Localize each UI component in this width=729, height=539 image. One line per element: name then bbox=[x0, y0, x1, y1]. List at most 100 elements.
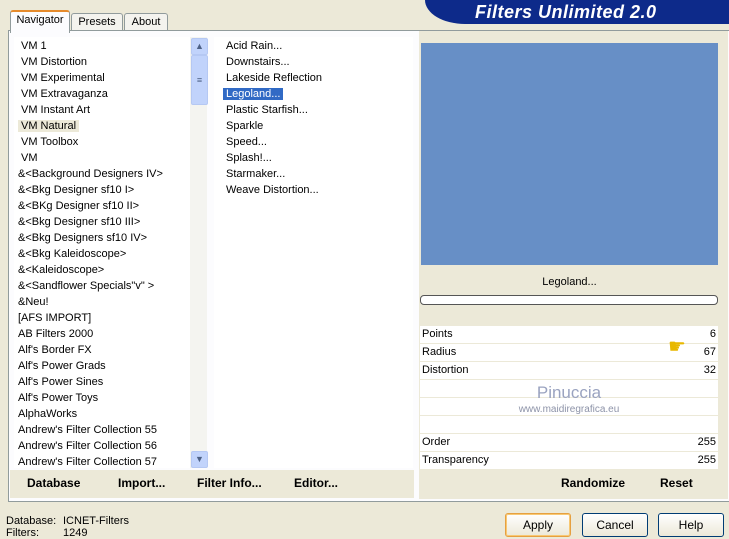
scroll-up-icon[interactable]: ▲ bbox=[191, 38, 208, 55]
category-label: Andrew's Filter Collection 57 bbox=[18, 456, 158, 468]
filter-item[interactable]: Lakeside Reflection bbox=[214, 70, 413, 86]
category-item[interactable]: VM Toolbox bbox=[14, 134, 190, 150]
category-label: &<BKg Designer sf10 II> bbox=[18, 200, 140, 212]
category-label: Andrew's Filter Collection 55 bbox=[18, 424, 158, 436]
filter-label: Splash!... bbox=[226, 152, 272, 164]
category-label: &<Bkg Kaleidoscope> bbox=[18, 248, 127, 260]
apply-button[interactable]: Apply bbox=[505, 513, 571, 537]
category-item[interactable]: &<Kaleidoscope> bbox=[14, 262, 190, 278]
param-label: Distortion bbox=[422, 364, 469, 376]
filter-item[interactable]: Weave Distortion... bbox=[214, 182, 413, 198]
category-label: VM bbox=[21, 152, 38, 164]
database-button[interactable]: Database bbox=[27, 476, 80, 490]
filter-label: Sparkle bbox=[226, 120, 264, 132]
category-item[interactable]: VM Natural bbox=[14, 118, 190, 134]
category-item[interactable]: &<Bkg Designer sf10 III> bbox=[14, 214, 190, 230]
param-slider-distortion[interactable]: Distortion 32 bbox=[420, 362, 718, 380]
filter-item[interactable]: Starmaker... bbox=[214, 166, 413, 182]
category-item[interactable]: &<Bkg Kaleidoscope> bbox=[14, 246, 190, 262]
param-value: 32 bbox=[703, 364, 716, 376]
status-database-label: Database: bbox=[6, 515, 57, 527]
category-item[interactable]: Alf's Power Grads bbox=[14, 358, 190, 374]
filter-item[interactable]: Speed... bbox=[214, 134, 413, 150]
progress-bar bbox=[420, 295, 718, 305]
watermark-name: Pinuccia bbox=[536, 383, 602, 402]
category-label: &<Kaleidoscope> bbox=[18, 264, 105, 276]
category-label: Alf's Power Sines bbox=[18, 376, 104, 388]
tab-navigator[interactable]: Navigator bbox=[10, 10, 70, 33]
param-label: Radius bbox=[422, 346, 457, 358]
category-label: &<Sandflower Specials"v" > bbox=[18, 280, 155, 292]
randomize-button[interactable]: Randomize bbox=[561, 476, 625, 490]
category-item[interactable]: Alf's Border FX bbox=[14, 342, 190, 358]
category-label: VM Natural bbox=[18, 120, 80, 132]
category-item[interactable]: Andrew's Filter Collection 56 bbox=[14, 438, 190, 454]
category-item[interactable]: VM 1 bbox=[14, 38, 190, 54]
filter-item[interactable]: Downstairs... bbox=[214, 54, 413, 70]
category-item[interactable]: &<BKg Designer sf10 II> bbox=[14, 198, 190, 214]
param-slider-order[interactable]: Order 255 bbox=[420, 434, 718, 452]
category-item[interactable]: &Neu! bbox=[14, 294, 190, 310]
cancel-button[interactable]: Cancel bbox=[582, 513, 648, 537]
category-item[interactable]: Andrew's Filter Collection 55 bbox=[14, 422, 190, 438]
category-item[interactable]: VM Experimental bbox=[14, 70, 190, 86]
filter-item[interactable]: Splash!... bbox=[214, 150, 413, 166]
filter-item[interactable]: Sparkle bbox=[214, 118, 413, 134]
status-filters-label: Filters: bbox=[6, 527, 39, 539]
category-item[interactable]: &<Bkg Designers sf10 IV> bbox=[14, 230, 190, 246]
category-label: Alf's Power Toys bbox=[18, 392, 99, 404]
help-button[interactable]: Help bbox=[658, 513, 724, 537]
filter-info-button[interactable]: Filter Info... bbox=[197, 476, 262, 490]
tab-presets[interactable]: Presets bbox=[71, 13, 123, 31]
category-label: Alf's Border FX bbox=[18, 344, 92, 356]
param-label: Transparency bbox=[422, 454, 489, 466]
category-item[interactable]: &<Bkg Designer sf10 I> bbox=[14, 182, 190, 198]
category-label: &<Bkg Designer sf10 III> bbox=[18, 216, 141, 228]
category-item[interactable]: &<Background Designers IV> bbox=[14, 166, 190, 182]
category-item[interactable]: AlphaWorks bbox=[14, 406, 190, 422]
category-item[interactable]: Alf's Power Sines bbox=[14, 374, 190, 390]
category-label: VM Distortion bbox=[21, 56, 88, 68]
filter-item[interactable]: Plastic Starfish... bbox=[214, 102, 413, 118]
scroll-down-icon[interactable]: ▼ bbox=[191, 451, 208, 468]
category-item[interactable]: Alf's Power Toys bbox=[14, 390, 190, 406]
category-item[interactable]: VM Instant Art bbox=[14, 102, 190, 118]
category-item[interactable]: VM bbox=[14, 150, 190, 166]
filter-item[interactable]: Legoland... bbox=[214, 86, 413, 102]
category-label: &<Bkg Designers sf10 IV> bbox=[18, 232, 148, 244]
category-item[interactable]: &<Sandflower Specials"v" > bbox=[14, 278, 190, 294]
category-label: AB Filters 2000 bbox=[18, 328, 94, 340]
category-label: Andrew's Filter Collection 56 bbox=[18, 440, 158, 452]
param-value: 255 bbox=[697, 436, 716, 448]
category-scrollbar[interactable]: ▲ ≡ ▼ bbox=[190, 37, 208, 468]
tab-about[interactable]: About bbox=[124, 13, 168, 31]
category-list[interactable]: VM 1 VM Distortion VM Experimental VM Extra… bbox=[14, 37, 190, 468]
category-label: &Neu! bbox=[18, 296, 49, 308]
scroll-thumb[interactable]: ≡ bbox=[191, 55, 208, 105]
param-label: Order bbox=[422, 436, 451, 448]
category-label: VM Toolbox bbox=[21, 136, 79, 148]
app-title: Filters Unlimited 2.0 bbox=[475, 2, 657, 22]
param-slider-empty[interactable] bbox=[420, 416, 718, 434]
filter-item[interactable]: Acid Rain... bbox=[214, 38, 413, 54]
status-database-value: ICNET-Filters bbox=[63, 515, 129, 527]
import-button[interactable]: Import... bbox=[118, 476, 165, 490]
editor-button[interactable]: Editor... bbox=[294, 476, 338, 490]
filter-list[interactable]: Acid Rain... Downstairs... Lakeside Reflec… bbox=[214, 37, 413, 468]
filter-label: Weave Distortion... bbox=[226, 184, 319, 196]
filter-label: Downstairs... bbox=[226, 56, 290, 68]
param-slider-transparency[interactable]: Transparency 255 bbox=[420, 452, 718, 470]
category-item[interactable]: Andrew's Filter Collection 57 bbox=[14, 454, 190, 468]
param-value: 67 bbox=[703, 346, 716, 358]
category-item[interactable]: VM Extravaganza bbox=[14, 86, 190, 102]
category-item[interactable]: [AFS IMPORT] bbox=[14, 310, 190, 326]
category-label: &<Bkg Designer sf10 I> bbox=[18, 184, 135, 196]
category-item[interactable]: VM Distortion bbox=[14, 54, 190, 70]
reset-button[interactable]: Reset bbox=[660, 476, 693, 490]
category-label: AlphaWorks bbox=[18, 408, 78, 420]
category-item[interactable]: AB Filters 2000 bbox=[14, 326, 190, 342]
watermark-url: www.maidiregrafica.eu bbox=[518, 404, 620, 415]
category-label: VM 1 bbox=[21, 40, 47, 52]
category-label: VM Extravaganza bbox=[21, 88, 108, 100]
param-value: 255 bbox=[697, 454, 716, 466]
